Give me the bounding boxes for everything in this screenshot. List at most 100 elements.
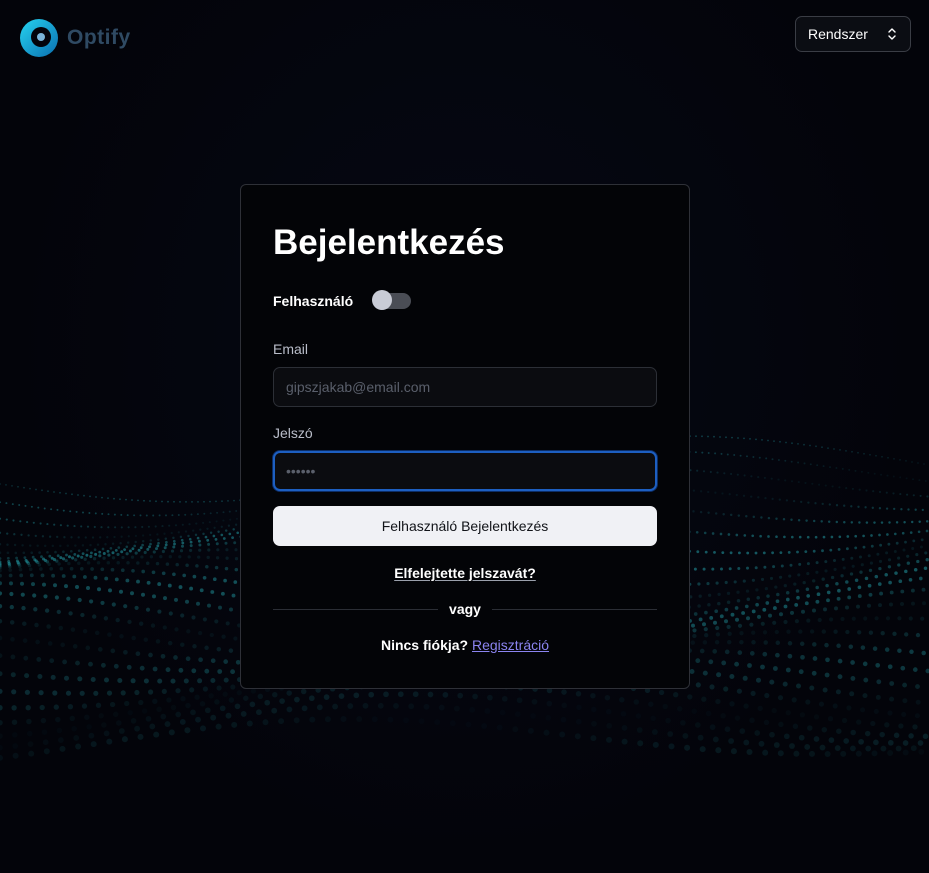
wave-dot: [139, 665, 145, 671]
wave-dot: [173, 655, 178, 660]
wave-dot: [827, 520, 831, 523]
wave-dot: [816, 464, 819, 467]
wave-dot: [59, 524, 62, 527]
email-field[interactable]: [273, 367, 657, 407]
wave-dot: [139, 546, 143, 550]
wave-dot: [822, 465, 825, 468]
wave-dot: [736, 599, 741, 603]
forgot-password-link[interactable]: Elfelejtette jelszavát?: [394, 565, 536, 581]
wave-dot: [790, 535, 794, 539]
wave-dot: [784, 459, 787, 462]
wave-dot: [897, 616, 902, 621]
wave-dot: [85, 548, 89, 552]
user-mode-toggle[interactable]: [372, 290, 411, 310]
wave-dot: [174, 524, 178, 527]
wave-dot: [67, 561, 71, 566]
wave-dot: [0, 719, 3, 726]
wave-dot: [50, 556, 54, 560]
wave-dot: [125, 552, 129, 556]
wave-dot: [816, 592, 821, 597]
wave-dot: [192, 644, 197, 649]
wave-dot: [228, 648, 234, 653]
wave-dot: [851, 450, 853, 453]
wave-dot: [145, 514, 148, 517]
wave-dot: [797, 518, 801, 522]
wave-dot: [909, 531, 913, 534]
wave-dot: [885, 551, 889, 555]
wave-dot: [807, 725, 813, 731]
wave-dot: [914, 713, 920, 719]
wave-dot: [765, 457, 768, 460]
wave-dot: [834, 745, 841, 752]
wave-dot: [14, 551, 18, 555]
wave-dot: [154, 525, 157, 528]
wave-dot: [546, 700, 553, 707]
wave-dot: [165, 514, 167, 517]
wave-dot: [761, 439, 763, 441]
wave-dot: [141, 534, 145, 537]
wave-dot: [161, 571, 166, 576]
wave-dot: [868, 568, 873, 573]
wave-dot: [860, 470, 863, 473]
wave-dot: [651, 729, 658, 735]
wave-dot: [837, 674, 843, 680]
wave-dot: [925, 520, 929, 523]
wave-dot: [714, 639, 720, 645]
wave-dot: [574, 733, 581, 740]
wave-dot: [501, 695, 508, 702]
wave-dot: [712, 736, 719, 743]
app-logo[interactable]: Optify: [19, 18, 131, 58]
wave-dot: [860, 563, 864, 567]
wave-dot: [11, 705, 17, 711]
wave-dot: [805, 519, 808, 522]
wave-dot: [527, 727, 534, 734]
wave-dot: [743, 703, 749, 709]
wave-dot: [419, 718, 425, 724]
wave-dot: [703, 627, 708, 632]
wave-dot: [821, 726, 828, 733]
wave-dot: [168, 555, 172, 559]
wave-dot: [31, 555, 35, 559]
wave-dot: [633, 699, 640, 705]
wave-dot: [131, 547, 135, 551]
wave-dot: [85, 645, 91, 651]
wave-dot: [84, 536, 87, 539]
wave-dot: [875, 454, 877, 457]
wave-dot: [98, 554, 102, 558]
wave-dot: [713, 620, 717, 625]
wave-dot: [707, 593, 712, 597]
wave-dot: [69, 715, 76, 722]
wave-dot: [457, 692, 464, 699]
wave-dot: [758, 456, 761, 459]
wave-dot: [851, 616, 856, 621]
wave-dot: [88, 512, 91, 514]
wave-dot: [722, 512, 725, 516]
wave-dot: [98, 713, 104, 719]
wave-dot: [728, 567, 732, 571]
wave-dot: [561, 689, 567, 695]
wave-dot: [0, 542, 2, 546]
wave-dot: [212, 534, 216, 538]
wave-dot: [818, 483, 821, 486]
wave-dot: [469, 706, 476, 713]
wave-dot: [137, 733, 144, 740]
wave-dot: [204, 535, 208, 539]
wave-dot: [196, 513, 199, 516]
wave-dot: [192, 574, 197, 579]
theme-select[interactable]: Rendszer: [795, 16, 911, 52]
wave-dot: [119, 498, 121, 501]
wave-dot: [80, 612, 85, 618]
wave-dot: [789, 743, 795, 749]
wave-dot: [138, 699, 144, 706]
user-login-button[interactable]: Felhasználó Bejelentkezés: [273, 506, 657, 546]
wave-dot: [183, 678, 189, 684]
wave-dot: [750, 690, 756, 696]
wave-dot: [746, 597, 751, 602]
password-field[interactable]: [273, 451, 657, 491]
wave-dot: [923, 463, 925, 465]
register-link[interactable]: Regisztráció: [472, 637, 549, 653]
wave-dot: [828, 737, 835, 743]
wave-dot: [751, 609, 756, 614]
wave-dot: [908, 733, 914, 739]
wave-dot: [794, 619, 799, 624]
